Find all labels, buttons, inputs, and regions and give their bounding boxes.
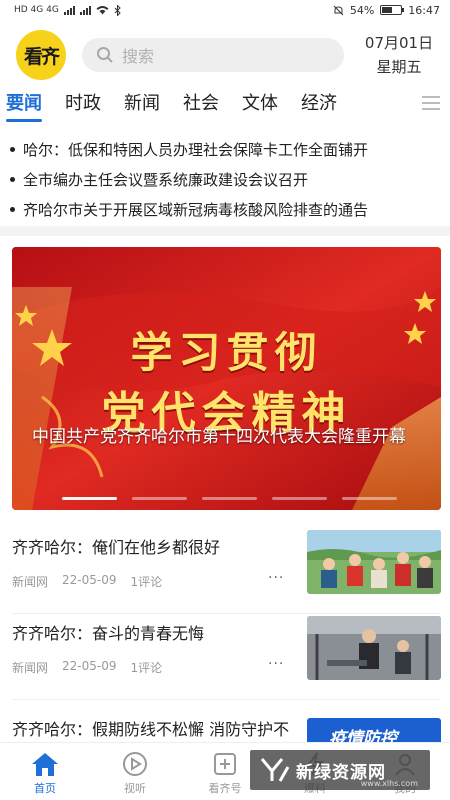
- nav-label: 看齐号: [208, 782, 242, 795]
- bluetooth-icon: [114, 4, 121, 16]
- news-meta: 新闻网 22-05-09 1评论: [12, 659, 162, 676]
- headline-text: 全市编办主任会议暨系统廉政建设会议召开: [23, 170, 309, 189]
- tab-yaowen[interactable]: 要闻: [6, 89, 42, 122]
- clock: 16:47: [408, 3, 440, 17]
- news-thumbnail: [307, 616, 441, 680]
- search-placeholder: 搜索: [122, 47, 155, 66]
- news-title: 齐齐哈尔：俺们在他乡都很好: [12, 538, 221, 557]
- bullet-dot: [10, 146, 15, 152]
- signal-icon: [63, 5, 75, 15]
- play-icon: [123, 752, 147, 776]
- search-icon: [97, 47, 113, 63]
- app-header: 看齐 搜索 07月01日 星期五: [0, 24, 450, 86]
- headline-item[interactable]: 哈尔：低保和特困人员办理社会保障卡工作全面铺开: [0, 134, 450, 164]
- bell-off-icon: [333, 5, 344, 15]
- banner-caption: 中国共产党齐齐哈尔市第十四次代表大会隆重开幕: [32, 427, 406, 447]
- nav-label: 首页: [34, 782, 56, 795]
- carousel-dot[interactable]: [132, 497, 187, 500]
- section-divider: [0, 226, 450, 236]
- carousel-banner[interactable]: 学习贯彻 党代会精神 中国共产党齐齐哈尔市第十四次代表大会隆重开幕: [12, 247, 441, 510]
- group-photo-image: [307, 530, 441, 594]
- tab-shizheng[interactable]: 时政: [65, 89, 101, 119]
- news-item[interactable]: 齐齐哈尔：奋斗的青春无悔 新闻网 22-05-09 1评论 ···: [12, 616, 441, 700]
- tab-wenti[interactable]: 文体: [242, 89, 278, 119]
- category-tabs: 要闻 时政 新闻 社会 文体 经济: [0, 88, 450, 122]
- headline-item[interactable]: 齐哈尔市关于开展区域新冠病毒核酸风险排查的通告: [0, 194, 450, 224]
- news-date: 22-05-09: [62, 573, 117, 587]
- carousel-dot[interactable]: [342, 497, 397, 500]
- watermark-url: www.xlhs.com: [360, 779, 418, 788]
- battery-percent: 54%: [349, 3, 375, 17]
- carousel-indicators: [62, 497, 421, 500]
- status-bar: HD 4G 4G 54% 16:47: [0, 0, 450, 20]
- status-bar-right: 54% 16:47: [333, 4, 440, 17]
- banner-title-line1: 学习贯彻: [130, 328, 323, 377]
- bullet-dot: [10, 206, 15, 212]
- news-item[interactable]: 齐齐哈尔：俺们在他乡都很好 新闻网 22-05-09 1评论 ···: [12, 530, 441, 614]
- bullet-dot: [10, 176, 15, 182]
- news-date: 22-05-09: [62, 659, 117, 673]
- home-icon: [32, 753, 58, 776]
- news-comments: 1评论: [130, 575, 163, 589]
- headline-item[interactable]: 全市编办主任会议暨系统廉政建设会议召开: [0, 164, 450, 194]
- battery-icon: [380, 5, 405, 15]
- carousel-dot[interactable]: [272, 497, 327, 500]
- logo-text: 看齐: [23, 45, 60, 68]
- news-source: 新闻网: [12, 575, 49, 589]
- carousel-dot[interactable]: [202, 497, 257, 500]
- news-source: 新闻网: [12, 661, 49, 675]
- date-display: 07月01日 星期五: [360, 31, 438, 79]
- signal-icon-2: [79, 5, 91, 15]
- headline-text: 齐哈尔市关于开展区域新冠病毒核酸风险排查的通告: [23, 200, 369, 219]
- tab-shehui[interactable]: 社会: [183, 89, 219, 119]
- wifi-icon: [96, 6, 109, 15]
- date-text: 07月01日: [364, 34, 434, 52]
- more-options-icon[interactable]: ···: [268, 570, 284, 586]
- app-logo[interactable]: 看齐: [16, 30, 66, 80]
- news-meta: 新闻网 22-05-09 1评论: [12, 573, 162, 590]
- network-label: HD 4G 4G: [14, 5, 59, 15]
- tab-jingji[interactable]: 经济: [301, 89, 337, 119]
- headline-text: 哈尔：低保和特困人员办理社会保障卡工作全面铺开: [23, 140, 369, 159]
- watermark: 新绿资源网 www.xlhs.com: [250, 750, 430, 790]
- battery-fill: [382, 7, 393, 13]
- carousel-dot[interactable]: [62, 497, 117, 500]
- weekday-text: 星期五: [376, 58, 422, 76]
- plus-square-icon: [214, 753, 236, 775]
- search-input[interactable]: 搜索: [82, 38, 344, 72]
- menu-icon[interactable]: [422, 96, 440, 110]
- nav-home[interactable]: 首页: [0, 743, 90, 800]
- more-options-icon[interactable]: ···: [268, 656, 284, 672]
- status-bar-left: HD 4G 4G: [14, 4, 121, 16]
- gym-photo-image: [307, 616, 441, 680]
- news-title: 齐齐哈尔：奋斗的青春无悔: [12, 624, 205, 643]
- nav-media[interactable]: 视听: [90, 743, 180, 800]
- watermark-logo-icon: [260, 758, 290, 782]
- news-comments: 1评论: [130, 661, 163, 675]
- tab-xinwen[interactable]: 新闻: [124, 89, 160, 119]
- news-thumbnail: [307, 530, 441, 594]
- nav-label: 视听: [124, 782, 146, 795]
- headline-list: 哈尔：低保和特困人员办理社会保障卡工作全面铺开 全市编办主任会议暨系统廉政建设会…: [0, 134, 450, 224]
